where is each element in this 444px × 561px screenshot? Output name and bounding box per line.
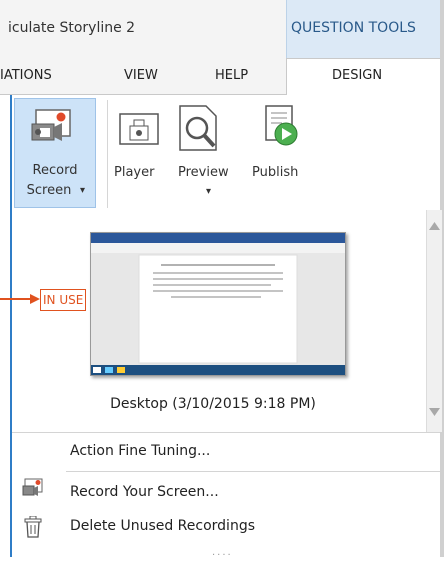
publish-label[interactable]: Publish [252, 165, 298, 180]
arrow-right-icon [0, 294, 40, 304]
preview-label[interactable]: Preview [178, 165, 229, 180]
tab-help[interactable]: HELP [215, 68, 248, 83]
scroll-up-icon[interactable] [429, 222, 440, 230]
menu-item-record-your-screen[interactable]: Record Your Screen... [70, 484, 219, 500]
player-icon[interactable] [118, 108, 164, 154]
ribbon-divider [107, 100, 108, 208]
chevron-down-icon: ▾ [80, 185, 86, 196]
tab-animations[interactable]: IATIONS [0, 68, 52, 83]
gallery-scrollbar[interactable] [426, 210, 442, 432]
menu-item-action-fine-tuning[interactable]: Action Fine Tuning... [70, 443, 210, 459]
menu-divider [66, 471, 440, 472]
record-screen-icon [31, 109, 71, 141]
record-screen-label-2: Screen [26, 183, 72, 198]
chevron-down-icon: ▾ [206, 186, 212, 197]
menu-item-delete-unused-recordings[interactable]: Delete Unused Recordings [70, 518, 255, 534]
trash-icon [24, 516, 42, 538]
desktop-preview-image [91, 233, 345, 375]
publish-icon[interactable] [262, 104, 302, 154]
recording-caption[interactable]: Desktop (3/10/2015 9:18 PM) [0, 396, 426, 412]
question-tools-label: QUESTION TOOLS [291, 20, 416, 36]
resize-grip[interactable]: ···· [212, 550, 233, 561]
record-screen-icon [22, 478, 43, 496]
scroll-down-icon[interactable] [429, 408, 440, 416]
record-screen-label: Record [32, 163, 78, 178]
in-use-badge: IN USE [40, 289, 87, 311]
app-title: iculate Storyline 2 [8, 20, 136, 36]
tab-view[interactable]: VIEW [124, 68, 158, 83]
tab-design-label: DESIGN [332, 68, 383, 83]
preview-icon[interactable] [176, 104, 222, 156]
player-label[interactable]: Player [114, 165, 154, 180]
